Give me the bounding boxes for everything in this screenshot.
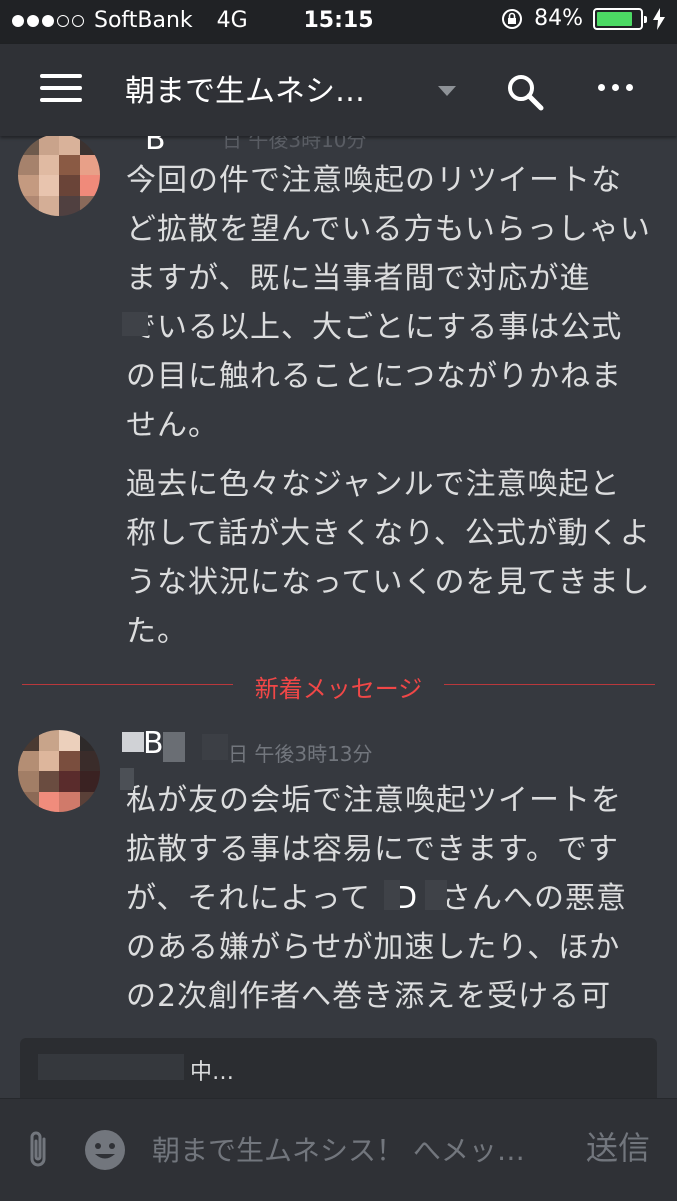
message-timestamp: 日 午後3時10分 [222, 136, 367, 152]
avatar[interactable] [18, 730, 100, 812]
message-author[interactable]: B [143, 726, 164, 761]
redaction-mosaic [202, 734, 228, 760]
search-icon[interactable] [505, 72, 545, 112]
emoji-icon[interactable] [84, 1129, 126, 1171]
message-composer: 送信 [0, 1098, 677, 1201]
typing-text: 中… [190, 1060, 235, 1085]
chevron-down-icon[interactable] [438, 86, 456, 96]
message-list[interactable]: 日 午後3時10分 B 今回の件で注意喚起のリツイートなど拡散を望んでいる方もい… [0, 136, 677, 1096]
redaction-mosaic [384, 880, 400, 910]
message-input[interactable] [152, 1129, 582, 1171]
message-author[interactable]: B [145, 136, 166, 157]
status-right: 84% [500, 6, 665, 31]
menu-icon[interactable] [40, 74, 82, 106]
redaction-mosaic [120, 768, 134, 790]
redaction-mosaic [122, 732, 144, 752]
channel-title[interactable]: 朝まで生ムネシ… [125, 66, 365, 110]
channel-header: 朝まで生ムネシ… [0, 44, 677, 136]
message-paragraph: 過去に色々なジャンルで注意喚起と称して話が大きくなり、公式が動くような状況になっ… [126, 467, 651, 649]
battery-icon [593, 7, 647, 30]
typing-indicator: 中… [20, 1038, 657, 1100]
redaction-mosaic [122, 312, 148, 336]
battery-percent: 84% [534, 6, 583, 31]
redaction-mosaic [425, 880, 447, 910]
new-messages-label: 新着メッセージ [0, 669, 677, 704]
message-paragraph: 今回の件で注意喚起のリツイートなど拡散を望んでいる方もいらっしゃいますが、既に当… [126, 163, 651, 443]
redaction-mosaic [163, 732, 185, 762]
status-bar: SoftBank 4G 15:15 84% [0, 0, 677, 44]
charging-bolt-icon [653, 7, 665, 30]
redaction-mosaic [38, 1054, 184, 1080]
paperclip-icon[interactable] [24, 1129, 54, 1171]
avatar[interactable] [18, 136, 100, 216]
more-icon[interactable] [598, 84, 633, 91]
message-timestamp: 日 午後3時13分 [228, 742, 373, 766]
message-content: 今回の件で注意喚起のリツイートなど拡散を望んでいる方もいらっしゃいますが、既に当… [126, 156, 651, 656]
send-button[interactable]: 送信 [586, 1123, 650, 1169]
rotation-lock-icon [502, 8, 523, 29]
